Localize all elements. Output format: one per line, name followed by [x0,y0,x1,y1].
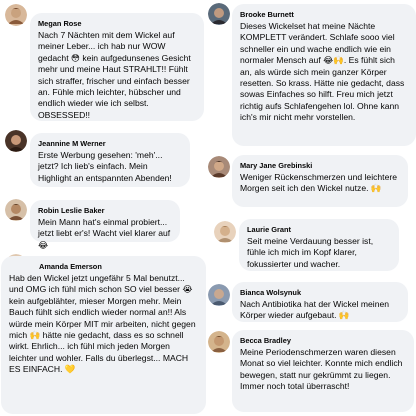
avatar[interactable] [5,199,27,221]
comment-text: Weniger Rückenschmerzen und leichtere Mo… [240,172,400,194]
comment: Megan Rose Nach 7 Nächten mit dem Wickel… [0,0,206,122]
comment-text: Nach Antibiotika hat der Wickel meinen K… [240,299,392,321]
avatar[interactable] [208,3,230,25]
comment-bubble: Becca Bradley Meine Periodenschmerzen wa… [232,330,414,412]
comment-author[interactable]: Brooke Burnett [240,9,408,20]
comment: Becca Bradley Meine Periodenschmerzen wa… [206,326,416,416]
avatar[interactable] [208,156,230,178]
comment-text: Erste Werbung gesehen: 'meh'... jetzt? I… [38,150,172,183]
comment: Jeannine M Werner Erste Werbung gesehen:… [0,124,206,187]
comment: Mary Jane Grebinski Weniger Rückenschmer… [206,150,416,210]
comment-text: Dieses Wickelset hat meine Nächte KOMPLE… [240,21,407,123]
comment-author[interactable]: Bianca Wolsynuk [240,287,400,298]
comment-author[interactable]: Megan Rose [38,18,196,29]
comment-bubble: Laurie Grant Seit meine Verdauung besser… [239,219,399,271]
comment: Brooke Burnett Dieses Wickelset hat mein… [206,0,416,148]
comment-text: Seit meine Verdauung besser ist, fühle i… [247,236,376,269]
comment-text: Mein Mann hat's einmal probiert... jetzt… [38,217,173,250]
comment-text: Meine Periodenschmerzen waren diesen Mon… [240,347,405,392]
comment-bubble: Robin Leslie Baker Mein Mann hat's einma… [30,200,180,250]
comment-author[interactable]: Becca Bradley [240,335,406,346]
avatar[interactable] [208,284,230,306]
avatar[interactable] [5,130,27,152]
comment-author[interactable]: Jeannine M Werner [38,138,182,149]
avatar[interactable] [208,331,230,353]
comment: Laurie Grant Seit meine Verdauung besser… [206,215,416,273]
comment: Bianca Wolsynuk Nach Antibiotika hat der… [206,278,416,324]
comment-author[interactable]: Laurie Grant [247,224,391,235]
comment-text: Nach 7 Nächten mit dem Wickel auf meiner… [38,30,194,120]
comment: Robin Leslie Baker Mein Mann hat's einma… [0,195,206,250]
comment-author[interactable]: Amanda Emerson [9,261,198,272]
comment-bubble: Megan Rose Nach 7 Nächten mit dem Wickel… [30,13,204,121]
avatar[interactable] [214,221,236,243]
comment-text: Hab den Wickel jetzt ungefähr 5 Mal benu… [9,273,198,375]
comment-bubble: Bianca Wolsynuk Nach Antibiotika hat der… [232,282,408,322]
comment: Amanda Emerson Hab den Wickel jetzt unge… [0,250,206,416]
comment-bubble: Brooke Burnett Dieses Wickelset hat mein… [232,4,416,146]
comment-bubble: Mary Jane Grebinski Weniger Rückenschmer… [232,155,408,207]
comment-bubble: Jeannine M Werner Erste Werbung gesehen:… [30,133,190,187]
comment-author[interactable]: Robin Leslie Baker [38,205,172,216]
avatar[interactable] [5,4,27,26]
comment-author[interactable]: Mary Jane Grebinski [240,160,400,171]
comment-bubble: Amanda Emerson Hab den Wickel jetzt unge… [1,256,206,414]
